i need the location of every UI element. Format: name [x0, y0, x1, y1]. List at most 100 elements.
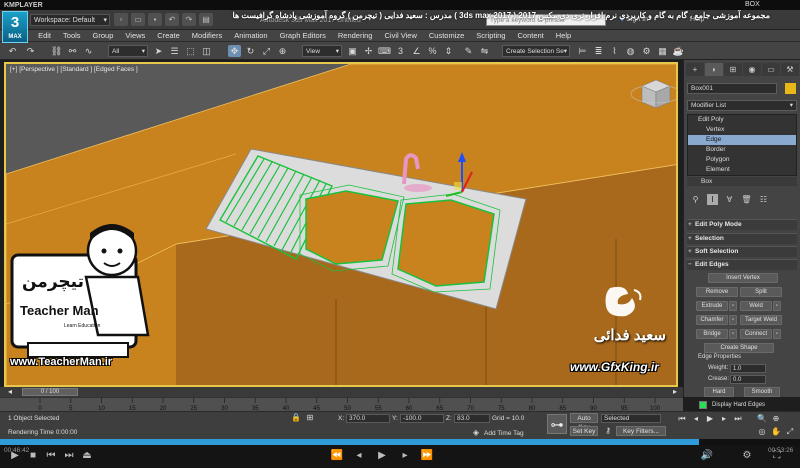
auto-key-button[interactable]: Auto Key: [570, 413, 598, 431]
bind-space-warp-icon[interactable]: ∿: [82, 45, 95, 57]
go-to-start-icon[interactable]: ⏮: [676, 413, 688, 424]
absolute-mode-icon[interactable]: ⊞: [304, 412, 316, 423]
stack-item-edit-poly[interactable]: Edit Poly: [688, 115, 796, 125]
player-settings-icon[interactable]: ⚙: [740, 450, 754, 461]
insert-vertex-button[interactable]: Insert Vertex: [708, 273, 778, 283]
select-object-icon[interactable]: ➤: [152, 45, 165, 57]
extrude-button[interactable]: Extrude: [696, 301, 728, 311]
player-main-play-icon[interactable]: ▶: [375, 450, 389, 461]
menu-item-tools[interactable]: Tools: [57, 30, 87, 42]
x-coordinate-field[interactable]: 370.0: [346, 414, 390, 423]
stack-item-element[interactable]: Element: [688, 165, 796, 175]
hard-button[interactable]: Hard: [704, 387, 734, 397]
base-object-row[interactable]: Box: [687, 177, 797, 186]
connect-settings-button[interactable]: ▫: [773, 329, 781, 339]
material-editor-icon[interactable]: ◍: [624, 45, 637, 57]
window-crossing-icon[interactable]: ◫: [200, 45, 213, 57]
menu-item-group[interactable]: Group: [87, 30, 120, 42]
display-hard-edges-color-swatch[interactable]: [699, 401, 707, 409]
select-scale-icon[interactable]: ⤢: [260, 45, 273, 57]
align-icon[interactable]: ⊨: [576, 45, 589, 57]
stack-item-edge[interactable]: Edge: [688, 135, 796, 145]
modify-tab-icon[interactable]: ◗: [705, 63, 723, 76]
player-play-icon[interactable]: ▶: [8, 450, 22, 461]
select-move-icon[interactable]: ✥: [228, 45, 241, 57]
open-file-icon[interactable]: ▭: [131, 13, 145, 26]
crease-spinner[interactable]: 0.0: [730, 375, 766, 384]
undo-icon[interactable]: ↶: [6, 45, 19, 57]
pin-stack-icon[interactable]: ⚲: [690, 194, 701, 205]
menu-item-views[interactable]: Views: [119, 30, 151, 42]
selection-lock-icon[interactable]: 🔒: [290, 412, 302, 423]
menu-item-create[interactable]: Create: [151, 30, 186, 42]
player-fast-forward-icon[interactable]: ⏩: [420, 450, 434, 461]
go-to-end-icon[interactable]: ⏭: [732, 413, 744, 424]
player-prev-icon[interactable]: ⏮: [44, 450, 58, 461]
mirror-icon[interactable]: ⇋: [478, 45, 491, 57]
track-bar[interactable]: 0 5 10 15 20 25 30 35 40 45 50 55 60 65 70 75 80 85 90 95 10…: [0, 397, 683, 412]
place-icon[interactable]: ⊕: [276, 45, 289, 57]
weight-spinner[interactable]: 1.0: [730, 364, 766, 373]
help-button[interactable]: Help: [690, 16, 704, 23]
time-slider-thumb[interactable]: 0 / 100: [22, 388, 78, 396]
set-key-mode-icon[interactable]: ⊶: [547, 414, 567, 434]
angle-snap-icon[interactable]: ∠: [410, 45, 423, 57]
stack-item-border[interactable]: Border: [688, 145, 796, 155]
reference-coordinate-dropdown[interactable]: View: [302, 45, 342, 57]
select-by-name-icon[interactable]: ☰: [168, 45, 181, 57]
zoom-icon[interactable]: 🔍: [756, 413, 768, 424]
menu-item-rendering[interactable]: Rendering: [332, 30, 379, 42]
pan-icon[interactable]: ✋: [770, 426, 782, 437]
edit-named-selection-icon[interactable]: ✎: [462, 45, 475, 57]
render-setup-icon[interactable]: ⚙: [640, 45, 653, 57]
snaps-toggle-icon[interactable]: 3: [394, 45, 407, 57]
layer-explorer-icon[interactable]: ≣: [592, 45, 605, 57]
player-fullscreen-icon[interactable]: ⛶: [770, 450, 784, 461]
percent-snap-icon[interactable]: %: [426, 45, 439, 57]
spinner-snap-icon[interactable]: ⇕: [442, 45, 455, 57]
remove-button[interactable]: Remove: [696, 287, 738, 297]
set-key-button[interactable]: Set Key: [570, 426, 598, 436]
key-icon[interactable]: ⚷: [602, 425, 614, 436]
target-weld-button[interactable]: Target Weld: [740, 315, 782, 325]
pivot-center-icon[interactable]: ▣: [346, 45, 359, 57]
play-animation-icon[interactable]: ▶: [704, 413, 716, 424]
select-manipulate-icon[interactable]: ✢: [362, 45, 375, 57]
named-selection-sets-dropdown[interactable]: Create Selection Se: [502, 45, 570, 57]
rectangular-selection-icon[interactable]: ⬚: [184, 45, 197, 57]
make-unique-icon[interactable]: ∀: [724, 194, 735, 205]
utilities-tab-icon[interactable]: ⚒: [781, 63, 799, 76]
viewport-label[interactable]: [+] [Perspective ] [Standard ] [Edged Fa…: [10, 66, 138, 73]
time-slider[interactable]: ◂ 0 / 100 ▸: [0, 387, 683, 397]
weld-button[interactable]: Weld: [740, 301, 772, 311]
chamfer-settings-button[interactable]: ▫: [729, 315, 737, 325]
search-input[interactable]: Type a keyword or phrase: [486, 14, 606, 26]
object-name-field[interactable]: Box001: [687, 83, 777, 94]
player-forward-icon[interactable]: ▸: [398, 450, 412, 461]
menu-item-modifiers[interactable]: Modifiers: [186, 30, 228, 42]
maximize-viewport-icon[interactable]: ⤢: [784, 426, 796, 437]
player-eject-icon[interactable]: ⏏: [80, 450, 94, 461]
configure-modifier-sets-icon[interactable]: ☷: [758, 194, 769, 205]
render-production-icon[interactable]: ☕: [672, 45, 685, 57]
chamfer-button[interactable]: Chamfer: [696, 315, 728, 325]
z-coordinate-field[interactable]: 83.0: [454, 414, 490, 423]
extrude-settings-button[interactable]: ▫: [729, 301, 737, 311]
rollout-soft-selection[interactable]: Soft Selection: [687, 246, 797, 257]
slider-prev-icon[interactable]: ◂: [4, 386, 16, 397]
menu-item-scripting[interactable]: Scripting: [470, 30, 511, 42]
menu-item-civil-view[interactable]: Civil View: [378, 30, 422, 42]
previous-frame-icon[interactable]: ◂: [690, 413, 702, 424]
menu-item-help[interactable]: Help: [550, 30, 577, 42]
bridge-button[interactable]: Bridge: [696, 329, 728, 339]
create-shape-button[interactable]: Create Shape: [704, 343, 774, 353]
object-color-swatch[interactable]: [785, 83, 796, 94]
remove-modifier-icon[interactable]: 🗑: [741, 194, 752, 205]
hierarchy-tab-icon[interactable]: ⊞: [724, 63, 742, 76]
modifier-list-dropdown[interactable]: Modifier List: [687, 100, 797, 111]
unlink-icon[interactable]: ⚯: [66, 45, 79, 57]
menu-item-edit[interactable]: Edit: [32, 30, 57, 42]
menu-item-customize[interactable]: Customize: [423, 30, 470, 42]
keyboard-shortcut-icon[interactable]: ⌨: [378, 45, 391, 57]
link-icon[interactable]: ⛓: [50, 45, 63, 57]
